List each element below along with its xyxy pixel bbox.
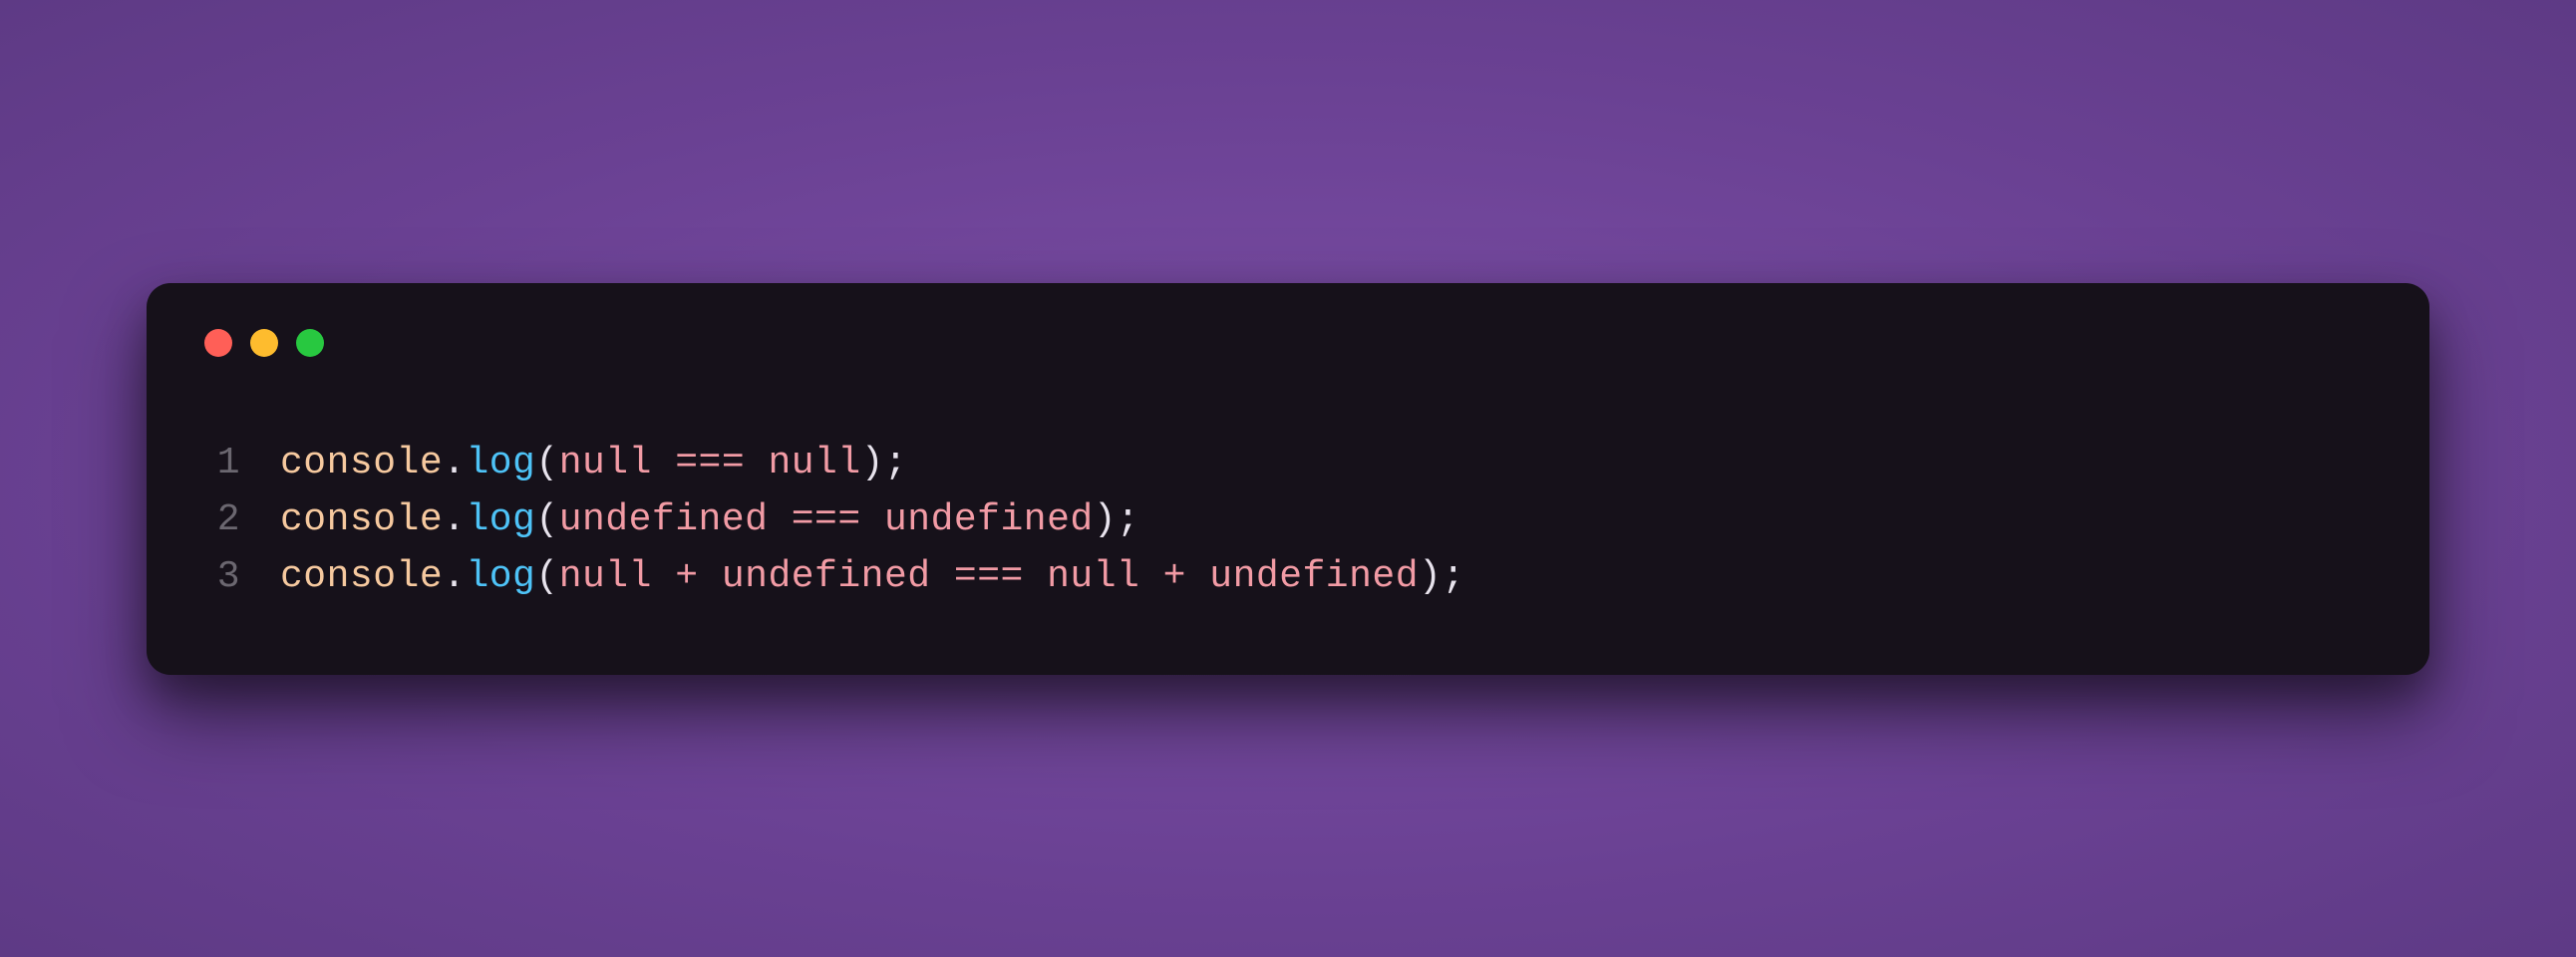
token-punct: ( (535, 555, 558, 598)
token-keyword: null (1047, 555, 1139, 598)
token-keyword: null (559, 442, 652, 484)
close-button[interactable] (204, 329, 232, 357)
token-punct: ; (884, 442, 907, 484)
token-space (861, 498, 884, 541)
maximize-button[interactable] (296, 329, 324, 357)
token-punct: ) (1419, 555, 1442, 598)
code-area[interactable]: 1 console.log(null === null); 2 console.… (204, 435, 2372, 605)
token-space (1139, 555, 1162, 598)
line-number: 2 (210, 491, 280, 548)
token-space (931, 555, 954, 598)
token-punct: . (443, 498, 466, 541)
token-punct: . (443, 442, 466, 484)
token-keyword: undefined (884, 498, 1094, 541)
code-window: 1 console.log(null === null); 2 console.… (147, 283, 2429, 675)
token-operator: === (792, 498, 861, 541)
token-keyword: undefined (559, 498, 769, 541)
token-space (1024, 555, 1047, 598)
token-operator: === (675, 442, 745, 484)
token-method: log (466, 442, 535, 484)
token-space (652, 555, 675, 598)
minimize-button[interactable] (250, 329, 278, 357)
token-punct: ) (861, 442, 884, 484)
token-space (652, 442, 675, 484)
token-keyword: null (559, 555, 652, 598)
token-punct: ; (1442, 555, 1464, 598)
token-operator: + (1163, 555, 1186, 598)
line-number: 3 (210, 548, 280, 605)
token-keyword: undefined (722, 555, 931, 598)
code-content: console.log(undefined === undefined); (280, 491, 1139, 548)
token-keyword: null (768, 442, 860, 484)
token-space (1186, 555, 1209, 598)
token-operator: + (675, 555, 698, 598)
token-space (699, 555, 722, 598)
token-punct: ( (535, 498, 558, 541)
token-operator: === (954, 555, 1024, 598)
token-space (768, 498, 791, 541)
window-controls (204, 329, 2372, 357)
code-line: 3 console.log(null + undefined === null … (210, 548, 2372, 605)
token-punct: ( (535, 442, 558, 484)
token-method: log (466, 555, 535, 598)
token-method: log (466, 498, 535, 541)
code-content: console.log(null + undefined === null + … (280, 548, 1465, 605)
token-punct: ; (1117, 498, 1139, 541)
code-line: 1 console.log(null === null); (210, 435, 2372, 491)
token-punct: ) (1094, 498, 1117, 541)
line-number: 1 (210, 435, 280, 491)
token-punct: . (443, 555, 466, 598)
token-object: console (280, 498, 443, 541)
token-space (745, 442, 768, 484)
token-keyword: undefined (1209, 555, 1419, 598)
token-object: console (280, 555, 443, 598)
token-object: console (280, 442, 443, 484)
code-line: 2 console.log(undefined === undefined); (210, 491, 2372, 548)
code-content: console.log(null === null); (280, 435, 907, 491)
